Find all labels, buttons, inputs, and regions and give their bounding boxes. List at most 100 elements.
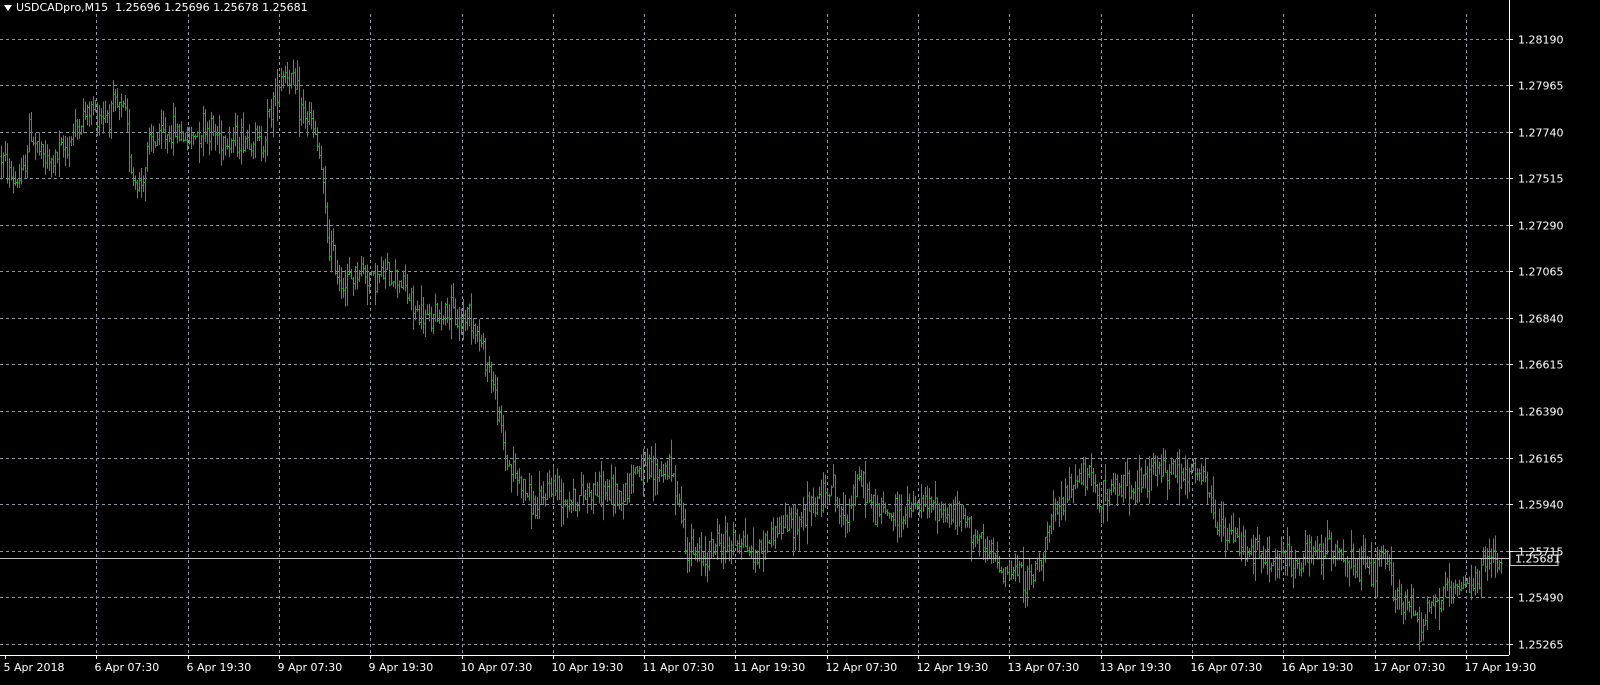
ohlc-bar — [438, 309, 441, 324]
ohlc-bar — [442, 315, 445, 325]
ohlc-bar — [562, 482, 565, 525]
ohlc-bar — [252, 141, 255, 160]
dropdown-triangle-icon[interactable] — [4, 5, 12, 11]
ohlc-bar — [746, 534, 749, 553]
ohlc-bar — [1454, 579, 1457, 595]
ohlc-bar — [588, 482, 591, 498]
ohlc-bar — [974, 529, 977, 548]
ohlc-bar — [1290, 546, 1293, 578]
symbol-label: USDCADpro,M15 — [16, 1, 109, 14]
ohlc-bar — [662, 463, 665, 483]
ohlc-bar — [1020, 561, 1023, 569]
ohlc-bar — [1300, 562, 1303, 577]
ohlc-bar — [426, 304, 429, 316]
ohlc-bar — [234, 112, 237, 147]
ohlc-bar — [1302, 553, 1305, 573]
ohlc-bar — [982, 523, 985, 560]
ohlc-bar — [534, 495, 537, 519]
ohlc-bar — [1034, 561, 1037, 582]
ohlc-bar — [898, 494, 901, 538]
ohlc-bar — [1026, 565, 1029, 607]
ohlc-bar — [550, 477, 553, 498]
ohlc-bar — [284, 65, 287, 84]
ohlc-bar — [668, 453, 671, 479]
ohlc-bar — [836, 497, 839, 509]
ohlc-bar — [298, 66, 301, 137]
ohlc-bar — [160, 109, 163, 149]
ohlc-bar — [338, 264, 341, 292]
ohlc-bar — [1476, 568, 1479, 593]
ohlc-bar — [404, 264, 407, 292]
ohlc-bar — [332, 228, 335, 252]
ohlc-bar — [814, 497, 817, 518]
ohlc-bar — [146, 141, 149, 172]
ohlc-bar — [900, 494, 903, 538]
ohlc-bar — [452, 282, 455, 309]
ohlc-bar — [324, 165, 327, 214]
ohlc-bar — [502, 415, 505, 451]
ohlc-bar — [1142, 474, 1145, 489]
close-value: 1.25681 — [262, 1, 308, 14]
ohlc-bar — [1118, 482, 1121, 496]
ohlc-bar — [984, 539, 987, 563]
ohlc-bar — [1298, 557, 1301, 576]
ohlc-bar — [1460, 581, 1463, 592]
ohlc-bar — [486, 362, 489, 383]
ohlc-bar — [114, 89, 117, 111]
x-tick-label: 6 Apr 07:30 — [95, 661, 160, 674]
ohlc-bar — [1202, 466, 1205, 482]
ohlc-bar — [1452, 582, 1455, 604]
ohlc-bar — [702, 551, 705, 567]
ohlc-bar — [634, 467, 637, 475]
ohlc-bar — [586, 483, 589, 514]
ohlc-bar — [1408, 600, 1411, 613]
ohlc-bar — [334, 244, 337, 276]
ohlc-bar — [44, 140, 47, 175]
ohlc-bar — [754, 549, 757, 573]
ohlc-bar — [1176, 451, 1179, 484]
ohlc-bar — [868, 481, 871, 503]
ohlc-bar — [934, 481, 937, 521]
ohlc-bar — [1094, 474, 1097, 493]
ohlc-bar — [116, 88, 119, 108]
ohlc-bar — [1218, 508, 1221, 537]
ohlc-bar — [228, 126, 231, 157]
ohlc-bar — [376, 265, 379, 293]
ohlc-bar — [1100, 505, 1103, 524]
price-chart[interactable]: 1.25681 1.28190 1.27965 1.27740 1.27515 1.27… — [0, 0, 1600, 685]
ohlc-bar — [214, 123, 217, 151]
chart-window[interactable]: USDCADpro,M15 1.25696 1.25696 1.25678 1.… — [0, 0, 1600, 685]
ohlc-bar — [134, 175, 137, 190]
ohlc-bar — [598, 471, 601, 504]
ohlc-bar — [18, 163, 21, 188]
ohlc-bar — [1450, 580, 1453, 604]
ohlc-bar — [1084, 457, 1087, 497]
x-tick-label: 12 Apr 19:30 — [917, 661, 989, 674]
ohlc-bar — [204, 109, 207, 142]
ohlc-bar — [278, 84, 281, 106]
ohlc-bar — [374, 262, 377, 306]
ohlc-bar — [788, 506, 791, 532]
ohlc-bar — [1120, 475, 1123, 498]
ohlc-bar — [978, 534, 981, 557]
ohlc-bar — [796, 508, 799, 536]
ohlc-bar — [1388, 554, 1391, 571]
ohlc-bar — [1482, 547, 1485, 566]
ohlc-bar — [104, 100, 107, 123]
ohlc-bar — [294, 68, 297, 95]
ohlc-bar — [1266, 536, 1269, 575]
ohlc-bar — [838, 498, 841, 525]
ohlc-bar — [940, 501, 943, 519]
ohlc-bar — [1196, 468, 1199, 481]
ohlc-bar — [22, 154, 25, 171]
y-tick-label: 1.28190 — [1518, 34, 1564, 47]
ohlc-bar — [520, 475, 523, 499]
x-tick-label: 10 Apr 07:30 — [461, 661, 533, 674]
ohlc-bar — [948, 503, 951, 528]
ohlc-bar — [1246, 546, 1249, 563]
ohlc-bar — [1434, 594, 1437, 619]
ohlc-bar — [1060, 481, 1063, 521]
ohlc-bar — [802, 496, 805, 531]
ohlc-bar — [100, 108, 103, 124]
ohlc-bar — [734, 531, 737, 547]
